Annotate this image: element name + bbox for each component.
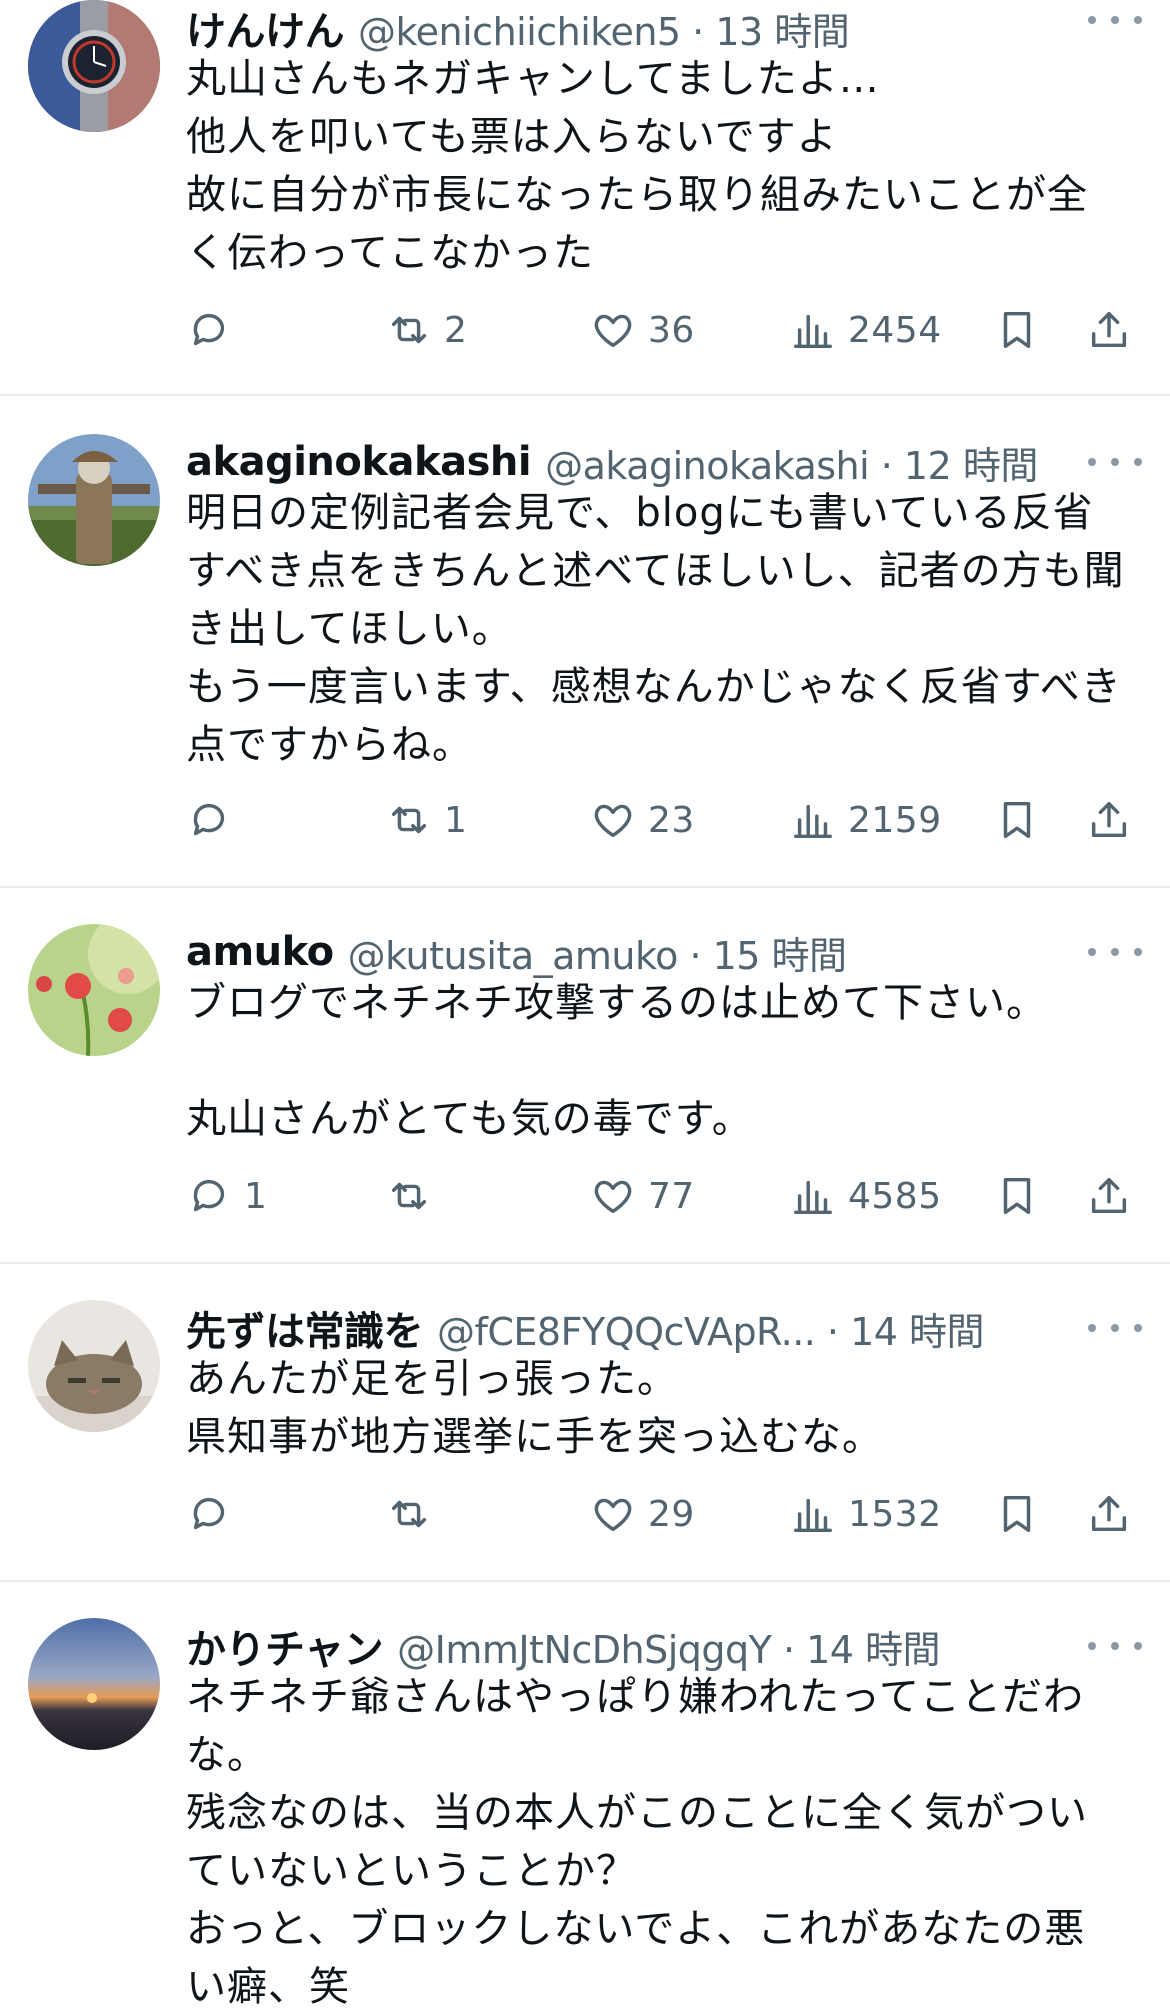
- avatar[interactable]: [28, 1618, 160, 1750]
- share-icon: [1091, 311, 1127, 348]
- reply-icon: [193, 803, 225, 836]
- like-button[interactable]: 36: [590, 302, 695, 358]
- views-icon: [794, 314, 832, 349]
- like-button[interactable]: 77: [590, 1168, 695, 1224]
- views-count: 2454: [848, 309, 942, 351]
- reply-icon: [193, 313, 225, 346]
- bookmark-button[interactable]: [994, 1486, 1040, 1542]
- retweet-button[interactable]: [386, 1168, 444, 1224]
- retweet-button[interactable]: 2: [386, 302, 467, 358]
- views-button[interactable]: 1532: [790, 1486, 942, 1542]
- flower-avatar-image: [28, 924, 160, 1056]
- views-icon: [794, 804, 832, 839]
- reply-icon: [193, 1179, 225, 1212]
- author-handle-time[interactable]: @akaginokakashi · 12 時間: [545, 435, 1038, 490]
- tweet-3[interactable]: amuko @kutusita_amuko · 15 時間 ブログでネチネチ攻撃…: [0, 888, 1170, 1264]
- views-icon: [794, 1498, 832, 1533]
- author-name[interactable]: akaginokakashi: [186, 439, 532, 485]
- tweet-text: 丸山さんもネガキャンしてましたよ… 他人を叩いても票は入らないですよ 故に自分が…: [186, 56, 1088, 276]
- watch-avatar-image: [28, 0, 160, 132]
- bookmark-button[interactable]: [994, 302, 1040, 358]
- like-count: 29: [648, 1493, 695, 1535]
- author-handle-time[interactable]: @kenichiichiken5 · 13 時間: [358, 1, 850, 56]
- share-icon: [1091, 801, 1127, 838]
- share-icon: [1091, 1495, 1127, 1532]
- bookmark-icon: [1003, 801, 1031, 839]
- more-options-icon[interactable]: [1088, 1308, 1142, 1348]
- reply-icon: [193, 1497, 225, 1530]
- avatar[interactable]: [28, 434, 160, 566]
- reply-button[interactable]: [186, 1486, 244, 1542]
- retweet-icon: [391, 1500, 427, 1528]
- author-name[interactable]: けんけん: [186, 0, 345, 56]
- bookmark-icon: [1003, 1495, 1031, 1533]
- reply-button[interactable]: 1: [186, 1168, 267, 1224]
- views-button[interactable]: 2159: [790, 792, 942, 848]
- like-count: 36: [648, 309, 695, 351]
- views-count: 2159: [848, 799, 942, 841]
- heart-icon: [594, 1498, 632, 1532]
- avatar[interactable]: [28, 924, 160, 1056]
- bookmark-icon: [1003, 1177, 1031, 1215]
- like-button[interactable]: 29: [590, 1486, 695, 1542]
- more-options-icon[interactable]: [1088, 442, 1142, 482]
- tweet-1[interactable]: けんけん @kenichiichiken5 · 13 時間 丸山さんもネガキャン…: [0, 0, 1170, 396]
- bookmark-button[interactable]: [994, 792, 1040, 848]
- views-icon: [794, 1180, 832, 1215]
- heart-icon: [594, 1180, 632, 1214]
- views-button[interactable]: 4585: [790, 1168, 942, 1224]
- bookmark-button[interactable]: [994, 1168, 1040, 1224]
- tweet-text: あんたが足を引っ張った。 県知事が地方選挙に手を突っ込むな。: [186, 1356, 883, 1460]
- bookmark-icon: [1003, 311, 1031, 349]
- author-name[interactable]: amuko: [186, 929, 334, 975]
- views-button[interactable]: 2454: [790, 302, 942, 358]
- retweet-count: 1: [444, 799, 468, 841]
- author-handle-time[interactable]: @ImmJtNcDhSjqgqY · 14 時間: [397, 1619, 940, 1674]
- scarecrow-avatar-image: [28, 434, 160, 566]
- views-count: 4585: [848, 1175, 942, 1217]
- author-name[interactable]: かりチャン: [186, 1618, 384, 1674]
- more-options-icon[interactable]: [1088, 932, 1142, 972]
- reply-button[interactable]: [186, 792, 244, 848]
- retweet-icon: [391, 1182, 427, 1210]
- more-options-icon[interactable]: [1088, 0, 1142, 40]
- author-name[interactable]: 先ずは常識を: [186, 1300, 424, 1356]
- like-count: 23: [648, 799, 695, 841]
- tweet-text: ネチネチ爺さんはやっぱり嫌われたってことだわな。 残念なのは、当の本人がこのこと…: [186, 1674, 1088, 2010]
- views-count: 1532: [848, 1493, 942, 1535]
- like-count: 77: [648, 1175, 695, 1217]
- heart-icon: [594, 804, 632, 838]
- tweet-4[interactable]: 先ずは常識を @fCE8FYQQcVApR... · 14 時間 あんたが足を引…: [0, 1264, 1170, 1582]
- tweet-2[interactable]: akaginokakashi @akaginokakashi · 12 時間 明…: [0, 396, 1170, 888]
- retweet-icon: [391, 806, 427, 834]
- like-button[interactable]: 23: [590, 792, 695, 848]
- author-handle-time[interactable]: @kutusita_amuko · 15 時間: [348, 925, 847, 980]
- share-button[interactable]: [1086, 302, 1132, 358]
- author-handle-time[interactable]: @fCE8FYQQcVApR... · 14 時間: [437, 1301, 985, 1356]
- tweet-5[interactable]: かりチャン @ImmJtNcDhSjqgqY · 14 時間 ネチネチ爺さんはや…: [0, 1582, 1170, 2016]
- sunset-avatar-image: [28, 1618, 160, 1750]
- share-button[interactable]: [1086, 1486, 1132, 1542]
- heart-icon: [594, 314, 632, 348]
- cat-avatar-image: [28, 1300, 160, 1432]
- more-options-icon[interactable]: [1088, 1626, 1142, 1666]
- reply-button[interactable]: [186, 302, 244, 358]
- retweet-button[interactable]: 1: [386, 792, 467, 848]
- retweet-icon: [391, 316, 427, 344]
- share-icon: [1091, 1177, 1127, 1214]
- avatar[interactable]: [28, 0, 160, 132]
- retweet-button[interactable]: [386, 1486, 444, 1542]
- reply-count: 1: [244, 1175, 268, 1217]
- share-button[interactable]: [1086, 792, 1132, 848]
- tweet-text: 明日の定例記者会見で、blogにも書いている反省すべき点をきちんと述べてほしいし…: [186, 490, 1125, 768]
- share-button[interactable]: [1086, 1168, 1132, 1224]
- avatar[interactable]: [28, 1300, 160, 1432]
- tweet-text: ブログでネチネチ攻撃するのは止めて下さい。 丸山さんがとても気の毒です。: [186, 980, 1047, 1142]
- retweet-count: 2: [444, 309, 468, 351]
